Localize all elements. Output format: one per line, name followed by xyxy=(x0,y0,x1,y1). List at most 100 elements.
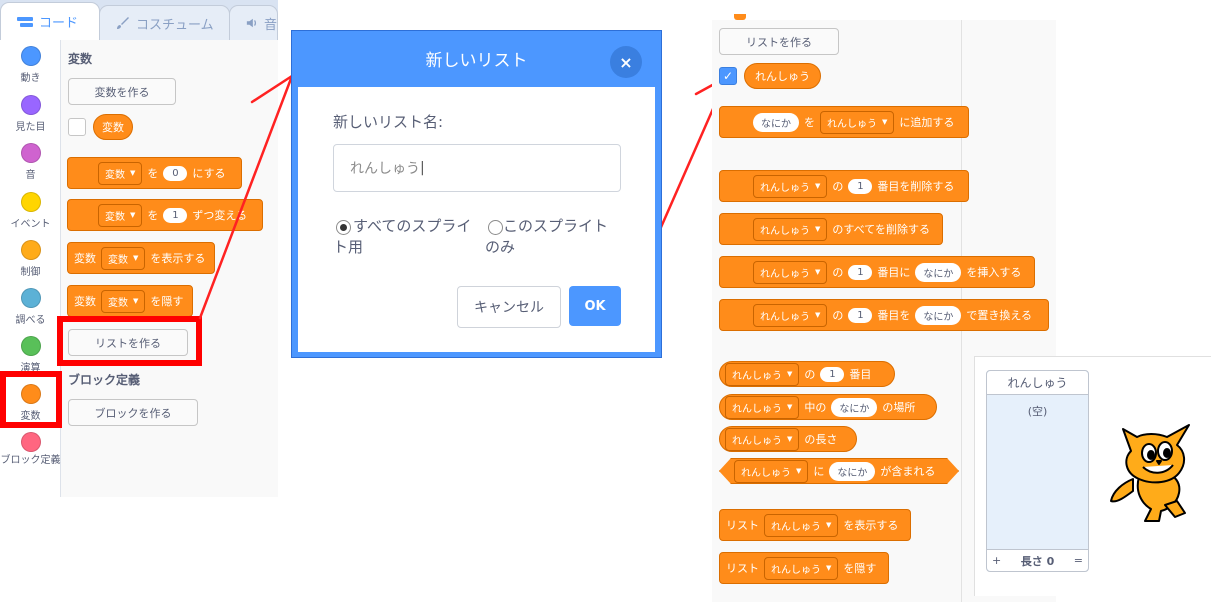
list-dropdown[interactable]: れんしゅう ▼ xyxy=(764,556,839,580)
caret-down-icon: ▼ xyxy=(815,182,821,190)
list-dropdown[interactable]: れんしゅう ▼ xyxy=(820,110,895,134)
radio-this-sprite-label[interactable]: このスプライト のみ xyxy=(485,216,625,258)
block-text: の長さ xyxy=(804,433,838,446)
tab-code[interactable]: コード xyxy=(0,2,100,40)
block-text: の場所 xyxy=(882,401,916,414)
block-text: リスト xyxy=(726,519,759,532)
arrow-line xyxy=(198,74,294,320)
list-monitor-footer: + 長さ 0 = xyxy=(987,549,1088,571)
hide-list-block[interactable]: リスト れんしゅう ▼ を隠す xyxy=(719,552,889,584)
list-dropdown[interactable]: れんしゅう ▼ xyxy=(764,513,839,537)
list-monitor[interactable]: れんしゅう (空) + 長さ 0 = xyxy=(986,370,1089,572)
caret-down-icon: ▼ xyxy=(787,435,793,443)
caret-down-icon: ▼ xyxy=(815,268,821,276)
radio-label-line: すべてのスプライ xyxy=(353,217,472,235)
dropdown-label: れんしゅう xyxy=(827,118,877,130)
dropdown-label: れんしゅう xyxy=(732,435,782,447)
radio-all-sprites-label[interactable]: すべてのスプライト用 xyxy=(333,216,483,258)
dropdown-label: れんしゅう xyxy=(732,370,782,382)
block-text: 番目を削除する xyxy=(877,180,955,193)
block-text: を表示する xyxy=(843,519,899,532)
dropdown-label: れんしゅう xyxy=(771,521,821,533)
check-icon[interactable]: ✓ xyxy=(719,67,737,85)
list-reporter[interactable]: れんしゅう xyxy=(744,63,821,89)
tab-code-label: コード xyxy=(39,16,79,31)
caret-down-icon: ▼ xyxy=(826,521,832,529)
delete-all-of-list-block[interactable]: れんしゅう ▼ のすべてを削除する xyxy=(719,213,943,245)
dialog-title: 新しいリスト xyxy=(425,51,528,71)
block-text: 番目に xyxy=(877,266,911,279)
block-text: の xyxy=(832,180,844,193)
dialog-body: 新しいリスト名: れんしゅう | すべてのスプライト用 このスプライト のみ キャン… xyxy=(298,87,655,352)
code-icon xyxy=(17,16,33,27)
list-name-input[interactable]: れんしゅう | xyxy=(333,144,621,192)
item-input[interactable]: なにか xyxy=(915,305,962,325)
list-monitor-empty: (空) xyxy=(1027,405,1048,418)
block-text: の xyxy=(832,309,844,322)
block-text: 中の xyxy=(804,401,827,414)
list-dropdown[interactable]: れんしゅう ▼ xyxy=(753,217,828,241)
index-input[interactable]: 1 xyxy=(848,178,873,194)
list-dropdown[interactable]: れんしゅう ▼ xyxy=(734,460,808,483)
block-text: の xyxy=(804,368,816,381)
text-cursor: | xyxy=(420,160,425,176)
caret-down-icon: ▼ xyxy=(815,225,821,233)
item-input[interactable]: なにか xyxy=(831,397,878,417)
caret-down-icon: ▼ xyxy=(787,370,793,378)
show-list-block[interactable]: リスト れんしゅう ▼ を表示する xyxy=(719,509,911,541)
item-of-list-reporter[interactable]: れんしゅう ▼ の 1 番目 xyxy=(719,361,895,387)
item-input[interactable]: なにか xyxy=(915,262,962,282)
caret-down-icon: ▼ xyxy=(826,564,832,572)
cancel-button[interactable]: キャンセル xyxy=(457,286,561,328)
add-item-button[interactable]: + xyxy=(992,554,1001,567)
block-text: を隠す xyxy=(843,562,877,575)
block-text: を挿入する xyxy=(966,266,1022,279)
caret-down-icon: ▼ xyxy=(882,118,888,126)
caret-down-icon: ▼ xyxy=(815,311,821,319)
make-list-button-right[interactable]: リストを作る xyxy=(719,28,839,55)
block-edge xyxy=(734,14,746,20)
list-dropdown[interactable]: れんしゅう ▼ xyxy=(753,303,828,327)
caret-down-icon: ▼ xyxy=(796,467,802,475)
length-of-list-reporter[interactable]: れんしゅう ▼ の長さ xyxy=(719,426,857,452)
block-text: のすべてを削除する xyxy=(832,223,930,236)
replace-item-of-list-block[interactable]: れんしゅう ▼ の 1 番目を なにか で置き換える xyxy=(719,299,1049,331)
block-text: を xyxy=(804,116,815,129)
list-dropdown[interactable]: れんしゅう ▼ xyxy=(725,427,800,451)
dropdown-label: れんしゅう xyxy=(760,225,810,237)
block-text: に追加する xyxy=(899,116,955,129)
list-length-label: 長さ 0 xyxy=(1020,554,1055,568)
list-contains-item-boolean[interactable]: れんしゅう ▼ に なにか が含まれる xyxy=(719,458,959,484)
index-input[interactable]: 1 xyxy=(848,264,873,280)
caret-down-icon: ▼ xyxy=(787,403,793,411)
ok-button[interactable]: OK xyxy=(569,286,621,326)
radio-label-line: ト用 xyxy=(333,238,364,256)
index-input[interactable]: 1 xyxy=(820,366,845,382)
index-input[interactable]: 1 xyxy=(848,307,873,323)
item-index-of-list-reporter[interactable]: れんしゅう ▼ 中の なにか の場所 xyxy=(719,394,937,420)
list-name-label: 新しいリスト名: xyxy=(333,113,444,131)
block-text: リスト xyxy=(726,562,759,575)
delete-of-list-block[interactable]: れんしゅう ▼ の 1 番目を削除する xyxy=(719,170,969,202)
list-dropdown[interactable]: れんしゅう ▼ xyxy=(725,362,800,386)
scratch-cat-sprite[interactable] xyxy=(1105,417,1205,525)
stage[interactable]: れんしゅう (空) + 長さ 0 = xyxy=(974,356,1211,596)
insert-at-list-block[interactable]: れんしゅう ▼ の 1 番目に なにか を挿入する xyxy=(719,256,1035,288)
radio-label-line: このスプライト xyxy=(503,217,609,235)
dropdown-label: れんしゅう xyxy=(760,182,810,194)
list-name-input-value: れんしゅう xyxy=(350,161,420,177)
block-text: に xyxy=(813,465,825,478)
new-list-dialog: 新しいリスト × 新しいリスト名: れんしゅう | すべてのスプライト用 このスプ… xyxy=(291,30,662,358)
add-to-list-block[interactable]: なにか を れんしゅう ▼ に追加する xyxy=(719,106,969,138)
dropdown-label: れんしゅう xyxy=(732,403,782,415)
list-monitor-title: れんしゅう xyxy=(987,371,1088,395)
block-text: 番目 xyxy=(849,368,872,381)
close-icon[interactable]: × xyxy=(610,46,642,78)
dropdown-label: れんしゅう xyxy=(760,311,810,323)
list-dropdown[interactable]: れんしゅう ▼ xyxy=(753,260,828,284)
item-input[interactable]: なにか xyxy=(829,462,875,481)
list-dropdown[interactable]: れんしゅう ▼ xyxy=(725,395,800,419)
resize-handle[interactable]: = xyxy=(1074,554,1083,567)
item-input[interactable]: なにか xyxy=(753,112,799,132)
list-dropdown[interactable]: れんしゅう ▼ xyxy=(753,174,828,198)
